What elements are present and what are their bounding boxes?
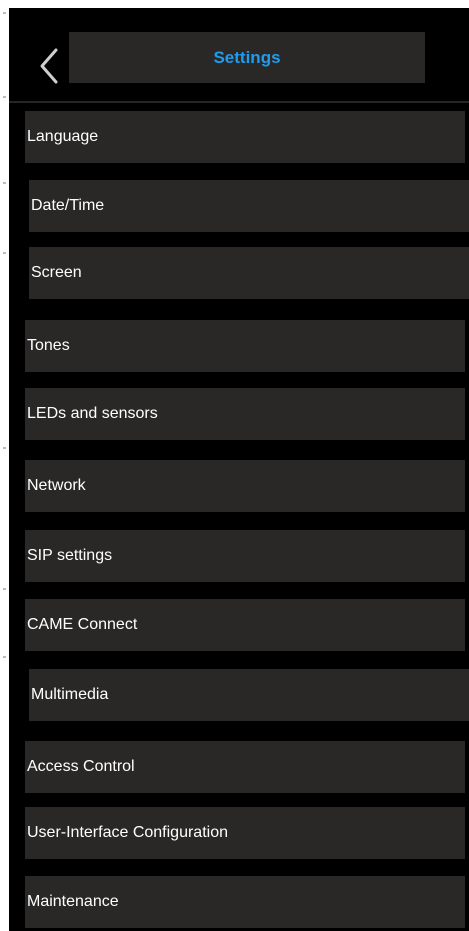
title-box: Settings bbox=[69, 32, 425, 83]
menu-item-label: Multimedia bbox=[31, 686, 109, 703]
menu-item-label: Date/Time bbox=[31, 197, 105, 214]
menu-item-multimedia[interactable]: Multimedia bbox=[29, 669, 469, 721]
menu-item-label: Access Control bbox=[27, 758, 135, 775]
menu-item-label: User-Interface Configuration bbox=[27, 824, 228, 841]
header-bar: Settings bbox=[9, 8, 469, 100]
menu-item-screen[interactable]: Screen bbox=[29, 247, 469, 299]
chevron-left-icon bbox=[40, 48, 58, 84]
menu-item-access-control[interactable]: Access Control bbox=[25, 741, 465, 793]
edge-tick bbox=[3, 96, 6, 98]
menu-item-leds-and-sensors[interactable]: LEDs and sensors bbox=[25, 388, 465, 440]
menu-item-label: Maintenance bbox=[27, 893, 119, 910]
menu-item-label: Network bbox=[27, 477, 86, 494]
edge-tick bbox=[3, 447, 6, 449]
menu-item-sip-settings[interactable]: SIP settings bbox=[25, 530, 465, 582]
menu-item-label: Screen bbox=[31, 264, 82, 281]
menu-item-label: SIP settings bbox=[27, 547, 113, 564]
menu-item-language[interactable]: Language bbox=[25, 111, 465, 163]
edge-tick bbox=[3, 12, 6, 14]
menu-item-maintenance[interactable]: Maintenance bbox=[25, 876, 465, 928]
page-title: Settings bbox=[213, 47, 281, 67]
menu-item-network[interactable]: Network bbox=[25, 460, 465, 512]
edge-tick bbox=[3, 252, 6, 254]
menu-item-label: CAME Connect bbox=[27, 616, 138, 633]
menu-item-label: Language bbox=[27, 128, 99, 145]
menu-item-label: LEDs and sensors bbox=[27, 405, 158, 422]
menu-item-came-connect[interactable]: CAME Connect bbox=[25, 599, 465, 651]
menu-item-label: Tones bbox=[27, 337, 70, 354]
menu-item-date-time[interactable]: Date/Time bbox=[29, 180, 469, 232]
settings-screen: Settings Language Date/Time Screen Tones… bbox=[9, 8, 469, 931]
menu-item-tones[interactable]: Tones bbox=[25, 320, 465, 372]
menu-item-user-interface-configuration[interactable]: User-Interface Configuration bbox=[25, 807, 465, 859]
edge-tick bbox=[3, 588, 6, 590]
edge-tick bbox=[3, 656, 6, 658]
header-divider bbox=[9, 101, 469, 103]
edge-tick bbox=[3, 182, 6, 184]
back-button[interactable] bbox=[29, 36, 69, 96]
edge-ticks bbox=[0, 0, 9, 931]
